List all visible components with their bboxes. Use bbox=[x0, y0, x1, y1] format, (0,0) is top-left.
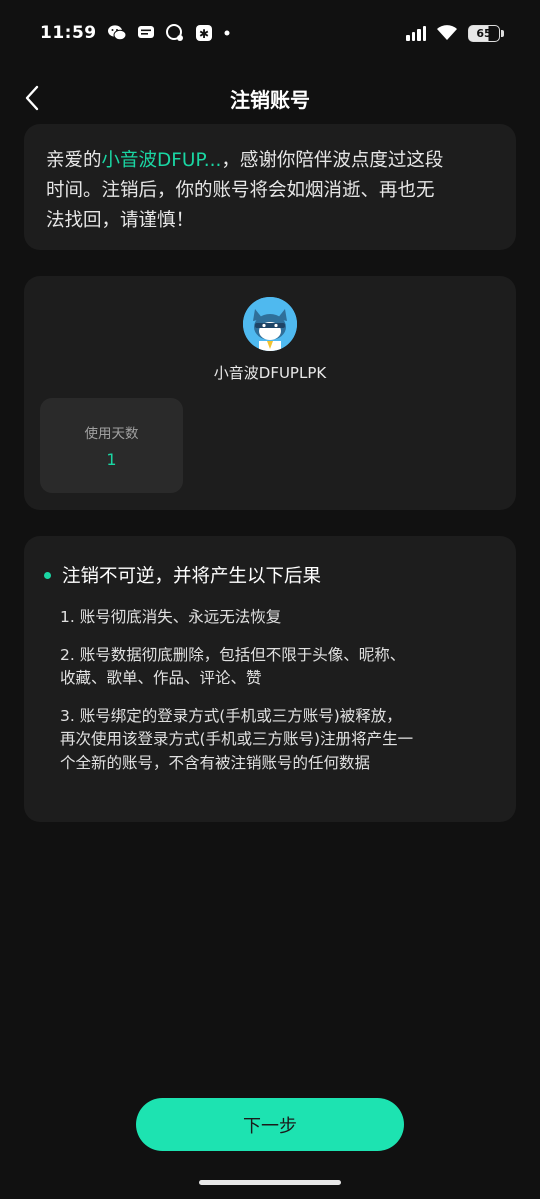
intro-card: 亲爱的小音波DFUP...，感谢你陪伴波点度过这段时间。注销后，你的账号将会如烟… bbox=[24, 124, 516, 250]
status-time: 11:59 bbox=[40, 23, 97, 43]
profile-name: 小音波DFUPLPK bbox=[213, 364, 327, 382]
list-item: 3. 账号绑定的登录方式(手机或三方账号)被释放，再次使用该登录方式(手机或三方… bbox=[60, 706, 414, 772]
intro-prefix: 亲爱的 bbox=[46, 150, 102, 171]
bullet-dot-icon bbox=[44, 571, 51, 579]
home-indicator[interactable] bbox=[199, 1180, 341, 1185]
battery-icon: 65 bbox=[468, 24, 504, 42]
usage-days-stat: 使用天数 1 bbox=[40, 398, 183, 493]
avatar bbox=[243, 297, 297, 351]
notification-icons: ✱ bbox=[107, 24, 231, 42]
chat-icon bbox=[165, 24, 183, 41]
consequences-title: 注销不可逆，并将产生以下后果 bbox=[62, 566, 322, 587]
stat-value: 1 bbox=[106, 450, 117, 469]
profile-card: 小音波DFUPLPK 使用天数 1 bbox=[24, 276, 516, 510]
system-status: 65 bbox=[406, 24, 504, 42]
cat-avatar-icon bbox=[243, 297, 297, 351]
back-button[interactable] bbox=[12, 78, 52, 118]
consequences-card: 注销不可逆，并将产生以下后果 1. 账号彻底消失、永远无法恢复 2. 账号数据彻… bbox=[24, 536, 516, 822]
consequences-list: 1. 账号彻底消失、永远无法恢复 2. 账号数据彻底删除，包括但不限于头像、昵称… bbox=[44, 606, 496, 775]
battery-level: 65 bbox=[476, 26, 492, 40]
list-item: 1. 账号彻底消失、永远无法恢复 bbox=[60, 608, 282, 626]
intro-message: 亲爱的小音波DFUP...，感谢你陪伴波点度过这段时间。注销后，你的账号将会如烟… bbox=[46, 146, 446, 236]
message-icon bbox=[137, 26, 154, 38]
wifi-icon bbox=[437, 25, 457, 40]
wechat-icon bbox=[107, 25, 127, 41]
stat-label: 使用天数 bbox=[84, 426, 139, 442]
chevron-left-icon bbox=[25, 85, 39, 111]
consequences-heading: 注销不可逆，并将产生以下后果 bbox=[44, 562, 496, 588]
page-title: 注销账号 bbox=[230, 87, 310, 112]
svg-text:✱: ✱ bbox=[199, 27, 209, 41]
dot-icon bbox=[224, 30, 230, 36]
nickname-link: 小音波DFUP... bbox=[101, 150, 222, 171]
list-item: 2. 账号数据彻底删除，包括但不限于头像、昵称、收藏、歌单、作品、评论、赞 bbox=[60, 645, 406, 688]
app-icon: ✱ bbox=[195, 25, 212, 41]
nav-bar: 注销账号 bbox=[0, 70, 540, 126]
next-step-button[interactable]: 下一步 bbox=[136, 1098, 404, 1151]
signal-icon bbox=[406, 25, 426, 41]
status-bar: 11:59 ✱ 65 bbox=[0, 0, 540, 66]
